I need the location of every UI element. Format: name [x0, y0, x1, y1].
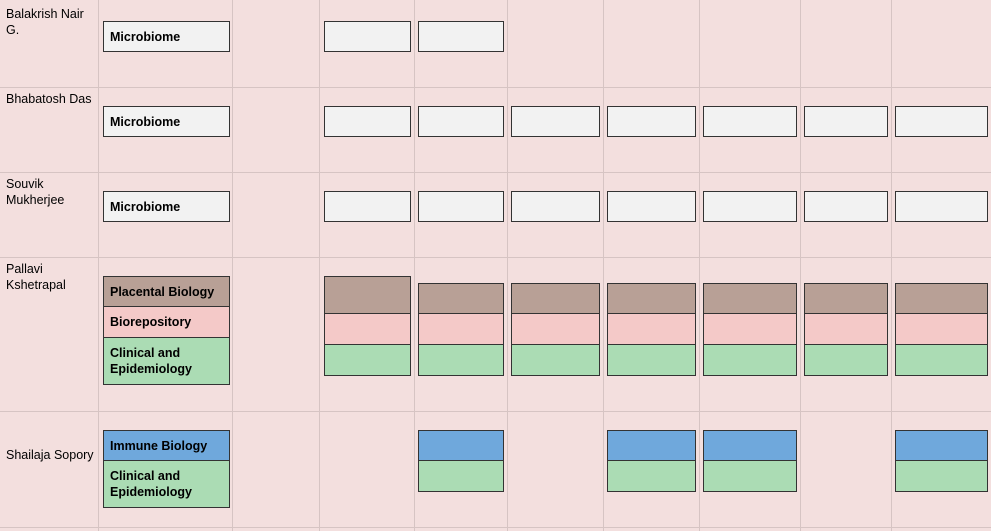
grid-col-line [98, 0, 99, 531]
schedule-cell-biorepository[interactable] [895, 314, 988, 345]
grid-col-line [507, 0, 508, 531]
schedule-grid: Balakrish Nair G. Microbiome Bhabatosh Das… [0, 0, 991, 531]
row-name: Souvik Mukherjee [6, 177, 65, 207]
grid-row-line [0, 172, 991, 173]
schedule-cell-clinical[interactable] [703, 345, 797, 376]
schedule-cell-biorepository[interactable] [418, 314, 504, 345]
schedule-cell-placental[interactable] [895, 283, 988, 314]
schedule-cell-clinical[interactable] [511, 345, 600, 376]
category-label-immune: Immune Biology [103, 430, 230, 461]
category-label-clinical: Clinical and Epidemiology [103, 461, 230, 508]
schedule-cell-biorepository[interactable] [324, 314, 411, 345]
schedule-cell-microbiome[interactable] [324, 106, 411, 137]
grid-col-line [603, 0, 604, 531]
schedule-cell-biorepository[interactable] [511, 314, 600, 345]
schedule-cell-biorepository[interactable] [703, 314, 797, 345]
schedule-cell-clinical[interactable] [703, 461, 797, 492]
category-label-biorepository: Biorepository [103, 307, 230, 338]
schedule-cell-microbiome[interactable] [418, 21, 504, 52]
schedule-cell-clinical[interactable] [418, 461, 504, 492]
schedule-cell-microbiome[interactable] [418, 106, 504, 137]
schedule-cell-microbiome[interactable] [804, 191, 888, 222]
grid-row-line [0, 411, 991, 412]
grid-col-line [414, 0, 415, 531]
schedule-cell-microbiome[interactable] [418, 191, 504, 222]
schedule-cell-microbiome[interactable] [607, 106, 696, 137]
schedule-cell-microbiome[interactable] [607, 191, 696, 222]
schedule-cell-placental[interactable] [324, 276, 411, 314]
schedule-cell-placental[interactable] [418, 283, 504, 314]
row-name: Bhabatosh Das [6, 92, 92, 106]
schedule-cell-microbiome[interactable] [324, 191, 411, 222]
schedule-cell-immune[interactable] [895, 430, 988, 461]
grid-col-line [800, 0, 801, 531]
row-name: Pallavi Kshetrapal [6, 262, 66, 292]
schedule-cell-clinical[interactable] [895, 345, 988, 376]
grid-row-line [0, 87, 991, 88]
grid-col-line [232, 0, 233, 531]
schedule-cell-microbiome[interactable] [895, 106, 988, 137]
row-name: Balakrish Nair G. [6, 7, 84, 37]
category-label-clinical: Clinical and Epidemiology [103, 338, 230, 385]
schedule-cell-placental[interactable] [607, 283, 696, 314]
schedule-cell-microbiome[interactable] [324, 21, 411, 52]
grid-col-line [891, 0, 892, 531]
schedule-cell-immune[interactable] [607, 430, 696, 461]
schedule-cell-microbiome[interactable] [804, 106, 888, 137]
schedule-cell-placental[interactable] [511, 283, 600, 314]
schedule-cell-clinical[interactable] [324, 345, 411, 376]
row-name: Shailaja Sopory [6, 448, 94, 462]
schedule-cell-microbiome[interactable] [511, 106, 600, 137]
grid-row-line [0, 257, 991, 258]
schedule-cell-clinical[interactable] [895, 461, 988, 492]
grid-row-line [0, 527, 991, 528]
schedule-cell-clinical[interactable] [607, 345, 696, 376]
category-label-microbiome: Microbiome [103, 191, 230, 222]
schedule-cell-immune[interactable] [703, 430, 797, 461]
category-label-microbiome: Microbiome [103, 106, 230, 137]
schedule-cell-placental[interactable] [703, 283, 797, 314]
schedule-cell-placental[interactable] [804, 283, 888, 314]
grid-col-line [319, 0, 320, 531]
grid-col-line [699, 0, 700, 531]
schedule-cell-clinical[interactable] [607, 461, 696, 492]
schedule-cell-microbiome[interactable] [511, 191, 600, 222]
category-label-microbiome: Microbiome [103, 21, 230, 52]
schedule-cell-microbiome[interactable] [895, 191, 988, 222]
schedule-cell-biorepository[interactable] [804, 314, 888, 345]
category-label-placental: Placental Biology [103, 276, 230, 307]
schedule-cell-immune[interactable] [418, 430, 504, 461]
schedule-cell-clinical[interactable] [804, 345, 888, 376]
schedule-cell-microbiome[interactable] [703, 106, 797, 137]
schedule-cell-biorepository[interactable] [607, 314, 696, 345]
schedule-cell-clinical[interactable] [418, 345, 504, 376]
schedule-cell-microbiome[interactable] [703, 191, 797, 222]
